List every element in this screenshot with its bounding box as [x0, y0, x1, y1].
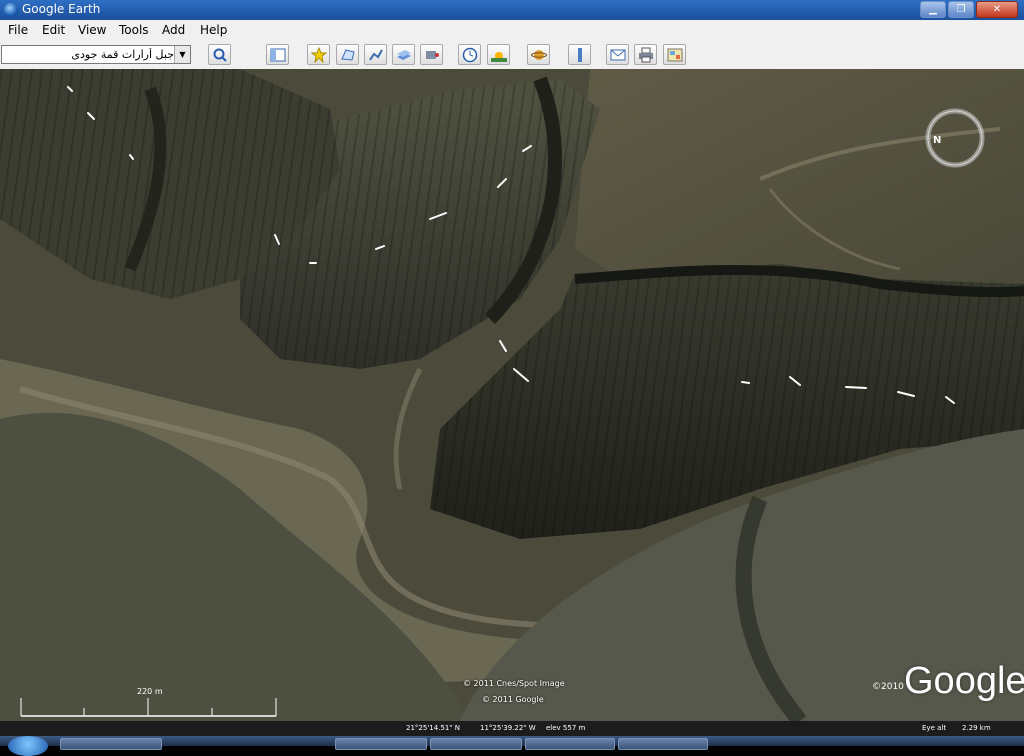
path-icon — [369, 49, 383, 61]
taskbar-item[interactable] — [618, 738, 708, 750]
window-title: Google Earth — [22, 2, 101, 16]
menu-add[interactable]: Add — [162, 23, 185, 37]
latitude-readout: 21°25'14.51" N — [406, 724, 460, 732]
title-bar: Google Earth ▁ ❐ ✕ — [0, 0, 1024, 20]
close-button[interactable]: ✕ — [976, 1, 1018, 18]
search-button[interactable] — [208, 44, 231, 65]
search-icon — [213, 48, 227, 62]
historical-imagery-icon — [462, 47, 478, 63]
menu-view[interactable]: View — [78, 23, 106, 37]
toolbar: ▼ — [0, 41, 1024, 70]
ruler-button[interactable] — [568, 44, 591, 65]
taskbar-item[interactable] — [335, 738, 427, 750]
minimize-button[interactable]: ▁ — [920, 1, 946, 18]
polygon-button[interactable] — [336, 44, 359, 65]
sidebar-toggle-button[interactable] — [266, 44, 289, 65]
historical-imagery-button[interactable] — [458, 44, 481, 65]
taskbar-item[interactable] — [525, 738, 615, 750]
map-view[interactable]: N © 2011 Cnes/Spot Image © 2011 Google — [0, 69, 1024, 721]
view-in-maps-button[interactable] — [663, 44, 686, 65]
print-icon — [639, 47, 653, 63]
status-bar: 21°25'14.51" N 11°25'39.22" W elev 557 m… — [0, 721, 1024, 736]
elevation-readout: elev 557 m — [546, 724, 586, 732]
eye-alt-value: 2.29 km — [962, 724, 991, 732]
copyright-year: ©2010 — [872, 682, 904, 692]
path-button[interactable] — [364, 44, 387, 65]
google-earth-icon — [4, 3, 18, 17]
svg-text:N: N — [933, 135, 941, 146]
satellite-terrain: N — [0, 69, 1024, 721]
longitude-readout: 11°25'39.22" W — [480, 724, 536, 732]
menu-tools[interactable]: Tools — [119, 23, 149, 37]
planets-icon — [531, 50, 547, 60]
planets-button[interactable] — [527, 44, 550, 65]
menu-edit[interactable]: Edit — [42, 23, 65, 37]
print-button[interactable] — [634, 44, 657, 65]
view-in-maps-icon — [667, 48, 683, 62]
menu-help[interactable]: Help — [200, 23, 227, 37]
record-tour-icon — [426, 51, 439, 59]
google-logo: Google — [904, 660, 1024, 702]
window-controls: ▁ ❐ ✕ — [918, 1, 1018, 18]
record-tour-button[interactable] — [420, 44, 443, 65]
search-input[interactable] — [4, 46, 174, 63]
sunlight-icon — [491, 52, 507, 62]
overlay-button[interactable] — [392, 44, 415, 65]
placemark-icon — [311, 47, 327, 63]
ruler-icon — [578, 48, 582, 62]
sunlight-button[interactable] — [487, 44, 510, 65]
google-credit: © 2011 Google — [482, 695, 544, 704]
chevron-down-icon[interactable]: ▼ — [174, 46, 190, 63]
taskbar-item[interactable] — [60, 738, 162, 750]
maximize-button[interactable]: ❐ — [948, 1, 974, 18]
imagery-credit: © 2011 Cnes/Spot Image — [463, 679, 565, 688]
search-combobox[interactable]: ▼ — [1, 45, 191, 64]
taskbar-item[interactable] — [430, 738, 522, 750]
sidebar-toggle-icon — [270, 48, 286, 62]
polygon-icon — [341, 49, 355, 61]
start-button[interactable] — [8, 736, 48, 756]
menu-file[interactable]: File — [8, 23, 28, 37]
overlay-icon — [397, 50, 411, 60]
menu-bar: File Edit View Tools Add Help — [0, 20, 1024, 41]
placemark-button[interactable] — [307, 44, 330, 65]
eye-alt-label: Eye alt — [922, 724, 947, 732]
scale-bar — [20, 698, 277, 717]
email-icon — [610, 49, 626, 61]
email-button[interactable] — [606, 44, 629, 65]
